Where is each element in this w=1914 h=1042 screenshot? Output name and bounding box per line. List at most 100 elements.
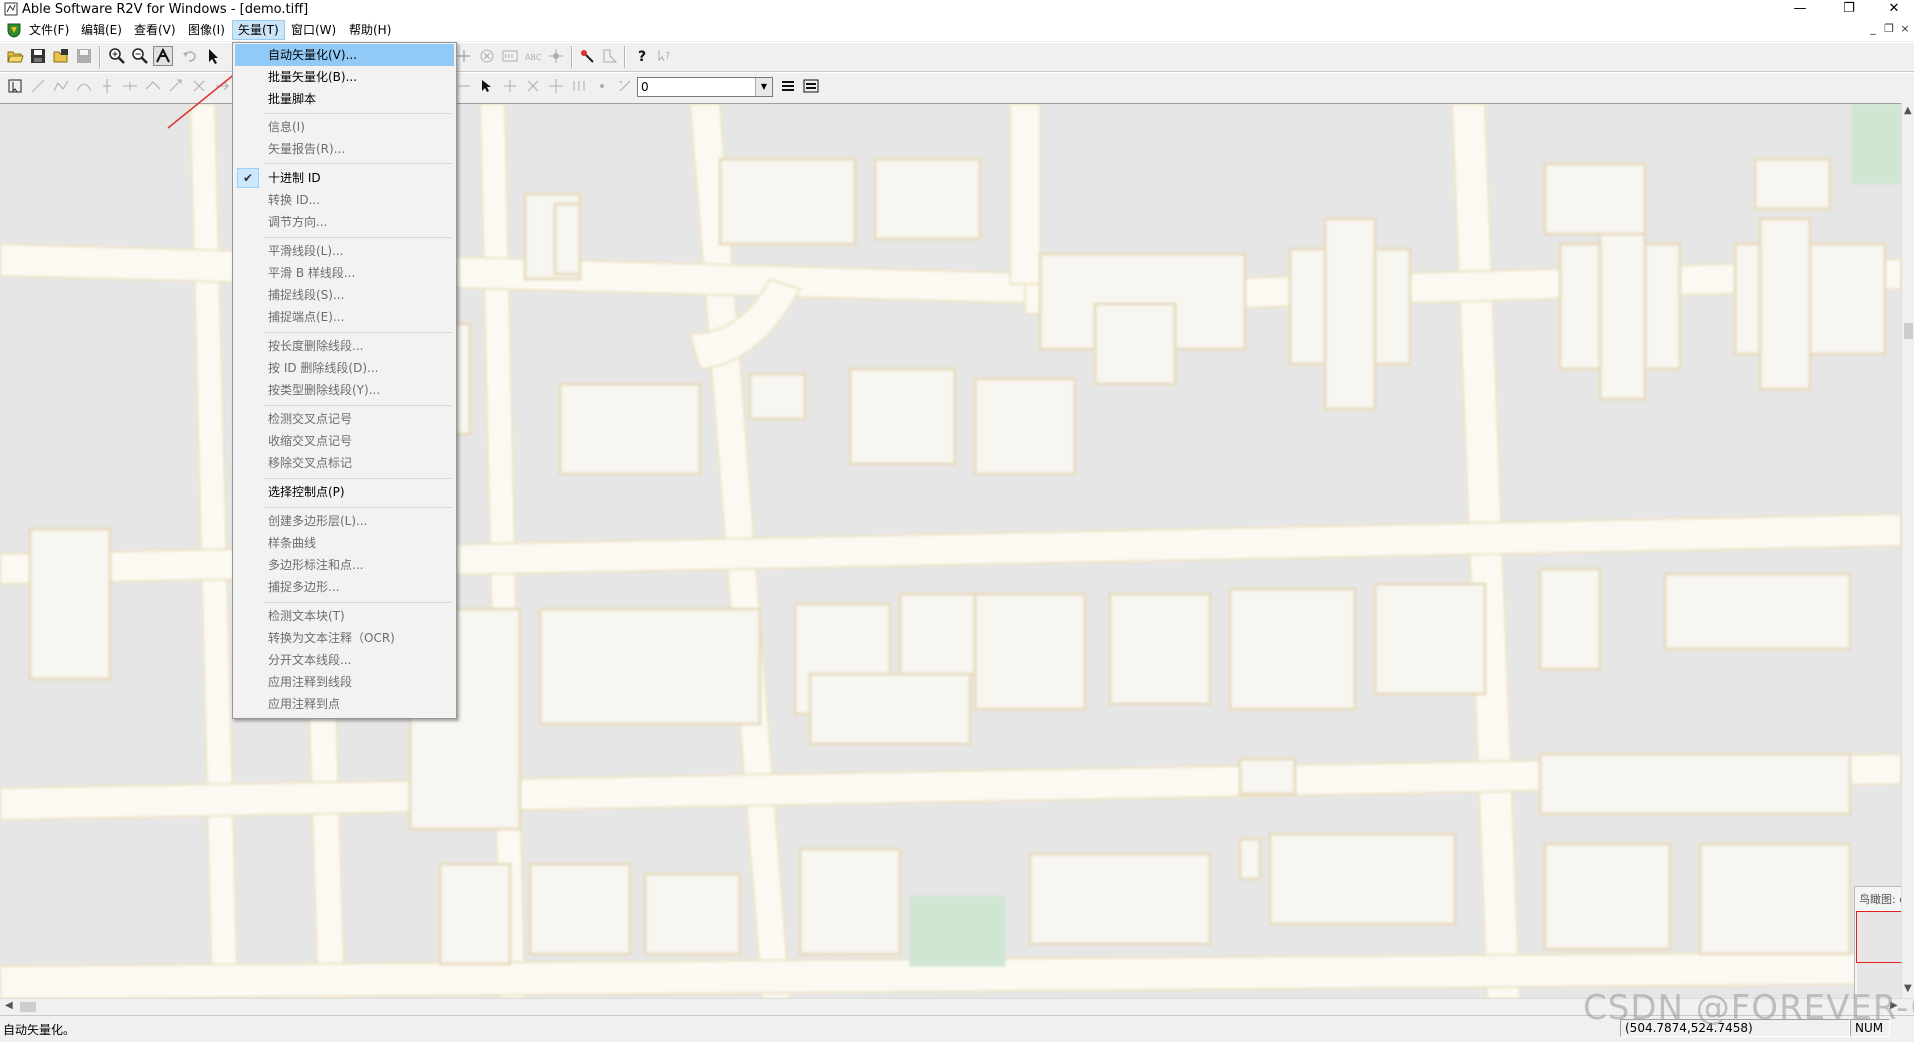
vector-menu-dropdown: 自动矢量化(V)... 批量矢量化(B)... 批量脚本 信息(I) 矢量报告(… xyxy=(232,42,457,719)
save-all-icon[interactable] xyxy=(74,46,94,66)
menu-separator xyxy=(263,113,452,114)
control-point-icon[interactable] xyxy=(546,46,566,66)
menu-item-split-text-lines[interactable]: 分开文本线段... xyxy=(235,649,454,671)
add-point-icon[interactable] xyxy=(500,76,520,96)
menu-item-select-control-points[interactable]: 选择控制点(P) xyxy=(235,481,454,503)
delete-icon[interactable] xyxy=(477,46,497,66)
pan-icon[interactable] xyxy=(153,46,173,66)
node-select-icon[interactable] xyxy=(5,76,25,96)
line-id-combo[interactable]: 0 ▼ xyxy=(637,77,773,97)
text-block-icon[interactable] xyxy=(500,46,520,66)
scroll-left-icon[interactable]: ◀ xyxy=(5,1000,13,1011)
select-arrow-icon[interactable] xyxy=(203,46,223,66)
menu-item-auto-vectorize[interactable]: 自动矢量化(V)... xyxy=(235,44,454,66)
ocr-icon[interactable]: ABC xyxy=(523,46,543,66)
menu-item-vector-report[interactable]: 矢量报告(R)... xyxy=(235,138,454,160)
split-line-icon[interactable] xyxy=(97,76,117,96)
menu-item-snap-polygons[interactable]: 捕捉多边形... xyxy=(235,576,454,598)
menu-item-smooth-lines[interactable]: 平滑线段(L)... xyxy=(235,240,454,262)
menu-image[interactable]: 图像(I) xyxy=(183,21,230,39)
status-message: 自动矢量化。 xyxy=(3,1023,76,1037)
move-node-icon[interactable] xyxy=(143,76,163,96)
menu-window[interactable]: 窗口(W) xyxy=(286,21,341,39)
menu-item-apply-annotation-points[interactable]: 应用注释到点 xyxy=(235,693,454,715)
menu-edit[interactable]: 编辑(E) xyxy=(76,21,127,39)
assign-id-icon[interactable] xyxy=(615,76,635,96)
open-folder-icon[interactable] xyxy=(51,46,71,66)
chevron-down-icon[interactable]: ▼ xyxy=(755,78,772,96)
undo-icon[interactable] xyxy=(180,46,200,66)
mdi-close-button[interactable]: × xyxy=(1897,22,1913,36)
menu-item-polygon-labels[interactable]: 多边形标注和点... xyxy=(235,554,454,576)
document-icon[interactable] xyxy=(6,22,22,38)
save-icon[interactable] xyxy=(28,46,48,66)
menu-item-shrink-crossings[interactable]: 收缩交叉点记号 xyxy=(235,430,454,452)
edit-point-icon[interactable] xyxy=(600,46,620,66)
horizontal-scroll-thumb[interactable] xyxy=(20,1002,36,1012)
menu-vector[interactable]: 矢量(T) xyxy=(232,20,285,40)
draw-polyline-icon[interactable] xyxy=(51,76,71,96)
scroll-up-icon[interactable]: ▲ xyxy=(1904,105,1912,116)
open-icon[interactable] xyxy=(5,46,25,66)
context-help-icon[interactable]: ? xyxy=(655,46,675,66)
help-icon[interactable]: ? xyxy=(632,46,652,66)
menu-item-info[interactable]: 信息(I) xyxy=(235,116,454,138)
minimize-button[interactable]: — xyxy=(1780,0,1820,19)
menu-item-batch-vectorize[interactable]: 批量矢量化(B)... xyxy=(235,66,454,88)
menu-item-delete-by-type[interactable]: 按类型删除线段(Y)... xyxy=(235,379,454,401)
join-line-icon[interactable] xyxy=(120,76,140,96)
point-label-icon[interactable] xyxy=(592,76,612,96)
menu-separator xyxy=(263,405,452,406)
menu-item-snap-endpoints[interactable]: 捕捉端点(E)... xyxy=(235,306,454,328)
close-button[interactable]: ✕ xyxy=(1874,0,1914,19)
title-bar: Able Software R2V for Windows - [demo.ti… xyxy=(0,0,1914,19)
layer-settings-icon[interactable] xyxy=(801,76,821,96)
app-icon xyxy=(4,2,18,16)
vector-tool-icon[interactable] xyxy=(454,46,474,66)
toolbar-separator xyxy=(99,46,101,68)
menu-separator xyxy=(263,478,452,479)
overview-panel[interactable]: 鸟瞰图: de xyxy=(1854,886,1901,999)
draw-line-icon[interactable] xyxy=(28,76,48,96)
zoom-out-icon[interactable] xyxy=(130,46,150,66)
menu-help[interactable]: 帮助(H) xyxy=(344,21,396,39)
menu-separator xyxy=(263,332,452,333)
zoom-in-icon[interactable] xyxy=(107,46,127,66)
add-node-icon[interactable] xyxy=(166,76,186,96)
mdi-minimize-button[interactable]: _ xyxy=(1865,22,1881,36)
menu-item-spline[interactable]: 样条曲线 xyxy=(235,532,454,554)
snap-node-icon[interactable] xyxy=(454,76,474,96)
remove-point-icon[interactable] xyxy=(523,76,543,96)
vertical-scroll-thumb[interactable] xyxy=(1904,323,1913,339)
menu-item-remove-crossings[interactable]: 移除交叉点标记 xyxy=(235,452,454,474)
mdi-restore-button[interactable]: ❐ xyxy=(1881,22,1897,36)
menu-item-convert-id[interactable]: 转换 ID... xyxy=(235,189,454,211)
restore-button[interactable]: ❐ xyxy=(1829,0,1869,19)
delete-node-icon[interactable] xyxy=(189,76,209,96)
menu-item-delete-by-length[interactable]: 按长度删除线段... xyxy=(235,335,454,357)
vertical-scrollbar[interactable]: ▲ ▼ xyxy=(1901,103,1914,998)
reverse-line-icon[interactable] xyxy=(212,76,232,96)
overview-viewport-frame[interactable] xyxy=(1856,911,1901,963)
menu-item-delete-by-id[interactable]: 按 ID 删除线段(D)... xyxy=(235,357,454,379)
draw-curve-icon[interactable] xyxy=(74,76,94,96)
menu-item-convert-to-text-ocr[interactable]: 转换为文本注释（OCR) xyxy=(235,627,454,649)
menu-item-adjust-direction[interactable]: 调节方向... xyxy=(235,211,454,233)
svg-text:?: ? xyxy=(665,51,670,62)
move-point-icon[interactable] xyxy=(546,76,566,96)
menu-item-snap-lines[interactable]: 捕捉线段(S)... xyxy=(235,284,454,306)
menu-item-create-polygon-layer[interactable]: 创建多边形层(L)... xyxy=(235,510,454,532)
menu-item-apply-annotation-lines[interactable]: 应用注释到线段 xyxy=(235,671,454,693)
menu-item-decimal-id[interactable]: ✔ 十进制 ID xyxy=(235,167,454,189)
menu-item-detect-crossings[interactable]: 检测交叉点记号 xyxy=(235,408,454,430)
pick-tool-icon[interactable] xyxy=(477,76,497,96)
find-point-icon[interactable] xyxy=(577,46,597,66)
menu-item-detect-text-blocks[interactable]: 检测文本块(T) xyxy=(235,605,454,627)
grid-point-icon[interactable] xyxy=(569,76,589,96)
menu-view[interactable]: 查看(V) xyxy=(129,21,181,39)
menu-item-batch-script[interactable]: 批量脚本 xyxy=(235,88,454,110)
menu-item-smooth-bspline[interactable]: 平滑 B 样线段... xyxy=(235,262,454,284)
menu-file[interactable]: 文件(F) xyxy=(24,21,74,39)
menu-bar: 文件(F) 编辑(E) 查看(V) 图像(I) 矢量(T) 窗口(W) 帮助(H… xyxy=(0,19,1914,41)
layer-list-icon[interactable] xyxy=(778,76,798,96)
